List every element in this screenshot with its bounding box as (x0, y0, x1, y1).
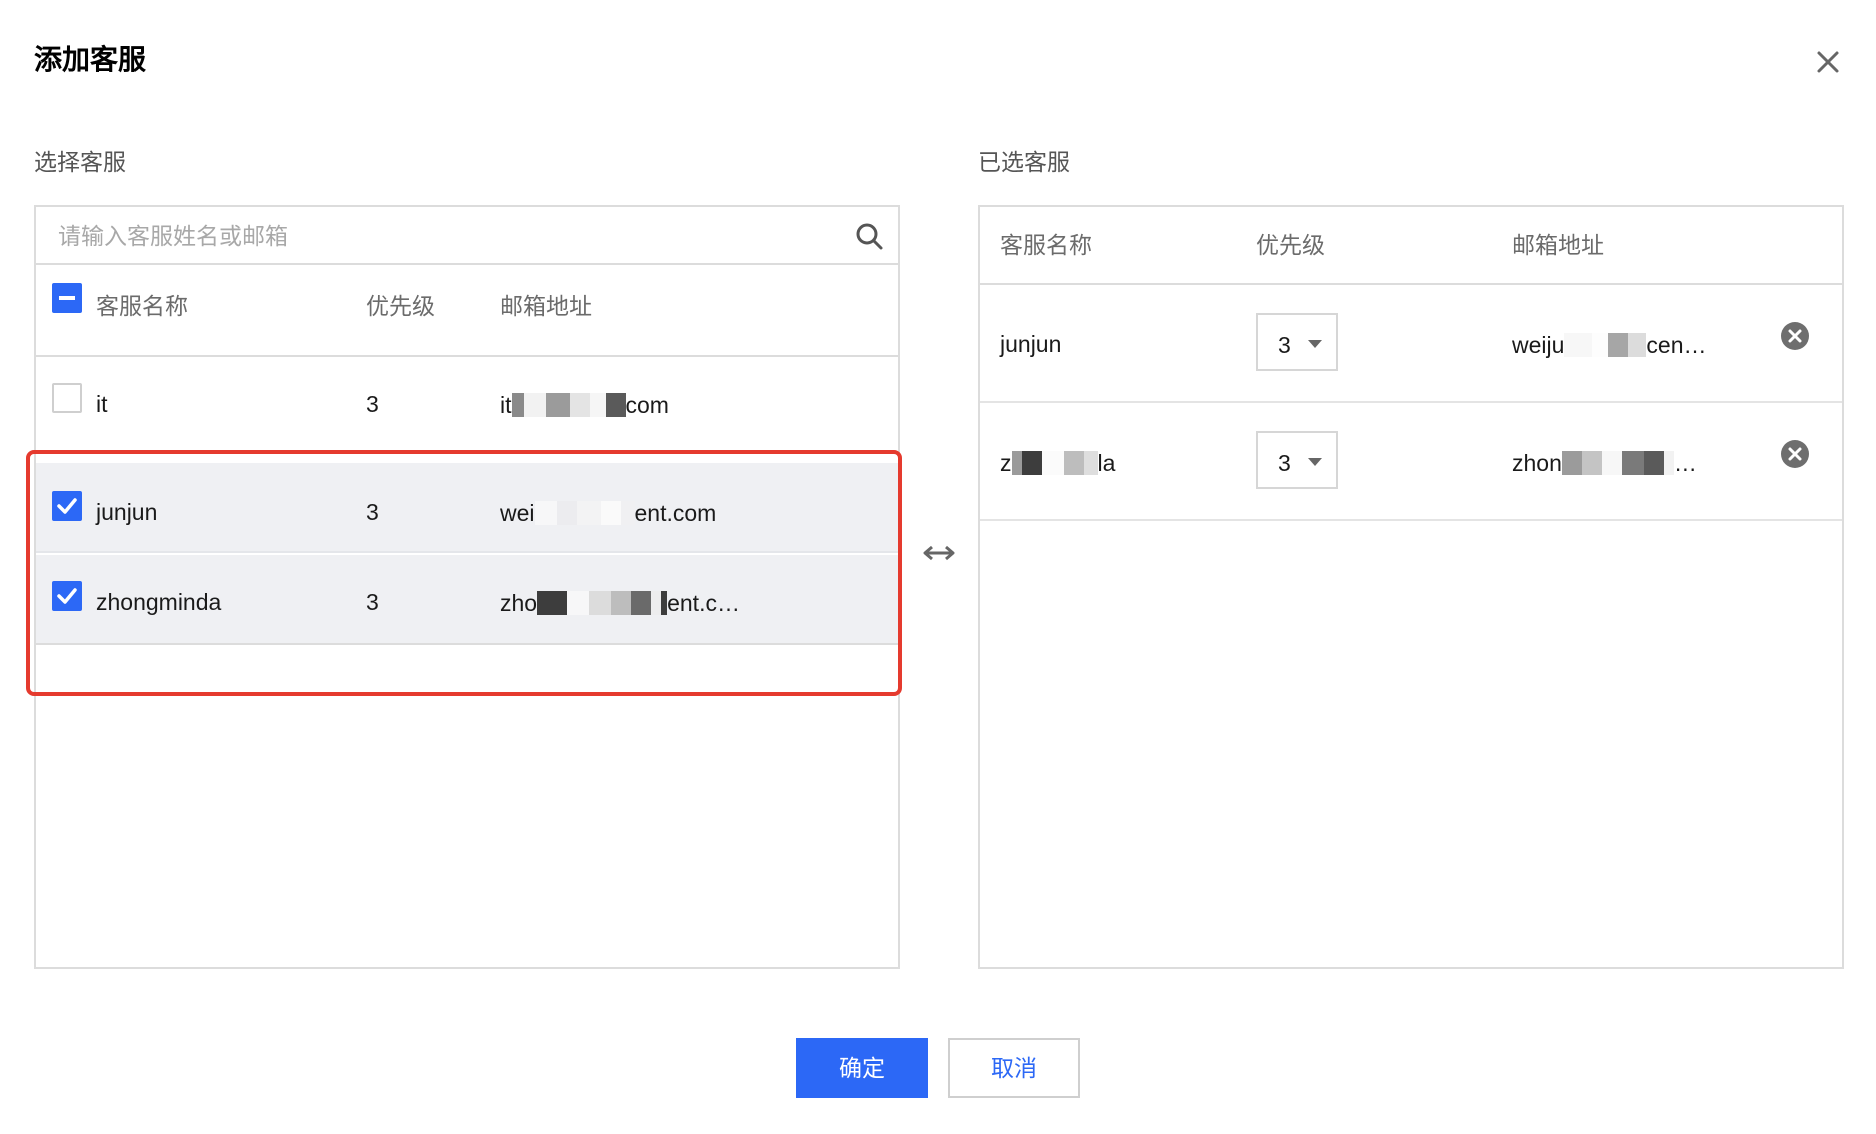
dialog-title: 添加客服 (34, 44, 147, 75)
agent-name: junjun (96, 499, 158, 525)
redacted-block (1564, 333, 1593, 357)
column-header-name: 客服名称 (1000, 232, 1092, 258)
chevron-down-icon (1308, 340, 1322, 348)
priority-value: 3 (1278, 332, 1291, 358)
column-header-priority: 优先级 (366, 293, 435, 319)
redacted-block (1592, 333, 1609, 357)
email-prefix: zhon (1512, 450, 1562, 476)
email-suffix: ent.c… (667, 590, 740, 616)
redacted-block (1581, 451, 1602, 475)
left-table-header: 客服名称 优先级 邮箱地址 (36, 265, 898, 357)
redacted-block (1561, 451, 1582, 475)
email-suffix: ent.com (634, 500, 717, 526)
redacted-block (600, 501, 621, 525)
agent-priority: 3 (366, 391, 379, 417)
agent-email: weiju cen… (1512, 333, 1707, 357)
selected-agents-panel: 客服名称 优先级 邮箱地址 junjun 3 weiju cen… z la 3 (978, 205, 1844, 969)
redacted-block (589, 393, 606, 417)
email-prefix: it (500, 392, 512, 418)
redacted-block (1011, 451, 1022, 475)
remove-circle-icon[interactable] (1780, 321, 1810, 351)
email-prefix: zho (500, 590, 538, 616)
confirm-button[interactable]: 确定 (796, 1038, 928, 1098)
email-prefix: weiju (1512, 332, 1565, 358)
row-checkbox[interactable] (52, 383, 82, 413)
redacted-block (556, 501, 577, 525)
transfer-arrows-icon (922, 542, 956, 564)
search-box (36, 207, 898, 265)
agent-name: it (96, 391, 108, 417)
row-checkbox[interactable] (52, 581, 82, 611)
right-table-header: 客服名称 优先级 邮箱地址 (980, 207, 1842, 285)
redacted-block (1621, 451, 1644, 475)
email-prefix: wei (500, 500, 535, 526)
redacted-block (1643, 451, 1664, 475)
redacted-block (1601, 451, 1622, 475)
redacted-block (534, 501, 557, 525)
priority-select[interactable]: 3 (1256, 313, 1338, 371)
agent-name: junjun (1000, 333, 1061, 356)
selected-row: junjun 3 weiju cen… (980, 285, 1842, 403)
redacted-block (651, 591, 662, 615)
name-prefix: junjun (1000, 331, 1062, 357)
redacted-block (1663, 451, 1674, 475)
priority-value: 3 (1278, 450, 1291, 476)
redacted-block (631, 591, 652, 615)
redacted-block (589, 591, 612, 615)
redacted-block (620, 501, 635, 525)
chevron-down-icon (1308, 458, 1322, 466)
email-suffix: com (625, 392, 669, 418)
cancel-button[interactable]: 取消 (948, 1038, 1080, 1098)
redacted-block (569, 393, 590, 417)
agent-priority: 3 (366, 499, 379, 525)
redacted-block (537, 591, 568, 615)
agent-email: it com (500, 393, 669, 417)
table-row[interactable]: zhongminda 3 zho ent.c… (36, 555, 898, 645)
agent-name: zhongminda (96, 589, 222, 615)
redacted-block (1608, 333, 1629, 357)
redacted-block (605, 393, 626, 417)
agent-name: z la (1000, 451, 1115, 475)
search-input[interactable] (56, 217, 820, 255)
agent-priority: 3 (366, 589, 379, 615)
agent-email: zhon … (1512, 451, 1697, 475)
selected-row: z la 3 zhon … (980, 403, 1842, 521)
redacted-block (611, 591, 632, 615)
column-header-priority: 优先级 (1256, 232, 1325, 258)
redacted-block (523, 393, 546, 417)
select-all-checkbox[interactable] (52, 283, 82, 313)
agent-select-panel: 客服名称 优先级 邮箱地址 it 3 it com junjun 3 wei ent… (34, 205, 900, 969)
table-row[interactable]: junjun 3 wei ent.com (36, 463, 898, 553)
table-row[interactable]: it 3 it com (36, 357, 898, 447)
agent-email: wei ent.com (500, 501, 716, 525)
remove-circle-icon[interactable] (1780, 439, 1810, 469)
redacted-block (567, 591, 590, 615)
redacted-block (1063, 451, 1084, 475)
name-prefix: z (1000, 450, 1012, 476)
name-suffix: la (1097, 450, 1116, 476)
column-header-email: 邮箱地址 (1512, 232, 1604, 258)
agent-email: zho ent.c… (500, 591, 740, 615)
email-suffix: cen… (1646, 332, 1707, 358)
redacted-block (1628, 333, 1647, 357)
row-checkbox[interactable] (52, 491, 82, 521)
redacted-block (1021, 451, 1042, 475)
redacted-block (576, 501, 601, 525)
search-icon[interactable] (854, 221, 884, 251)
column-header-name: 客服名称 (96, 293, 188, 319)
redacted-block (1041, 451, 1064, 475)
select-agents-label: 选择客服 (34, 149, 126, 175)
redacted-block (511, 393, 524, 417)
priority-select[interactable]: 3 (1256, 431, 1338, 489)
selected-agents-label: 已选客服 (978, 149, 1070, 175)
close-icon[interactable] (1810, 44, 1846, 80)
email-suffix: … (1673, 450, 1697, 476)
redacted-block (545, 393, 570, 417)
column-header-email: 邮箱地址 (500, 293, 592, 319)
redacted-block (1083, 451, 1098, 475)
